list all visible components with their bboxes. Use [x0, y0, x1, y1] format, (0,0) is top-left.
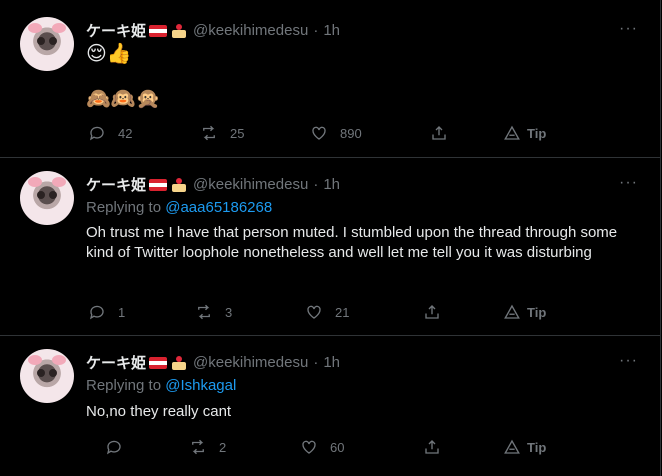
tip-icon: [504, 125, 520, 140]
cake-icon: [171, 177, 187, 192]
author-handle[interactable]: @keekihimedesu: [193, 176, 308, 193]
like-button[interactable]: 60: [300, 438, 344, 456]
reply-icon: [106, 440, 121, 455]
timestamp[interactable]: 1h: [323, 176, 340, 193]
reply-count: 1: [118, 304, 126, 320]
timestamp[interactable]: 1h: [323, 22, 340, 39]
more-options-icon[interactable]: ···: [619, 20, 638, 38]
replying-to: Replying to @Ishkagal: [86, 377, 236, 394]
author-handle[interactable]: @keekihimedesu: [193, 22, 308, 39]
replying-to: Replying to @aaa65186268: [86, 199, 272, 216]
retweet-button[interactable]: 25: [200, 124, 244, 142]
heart-icon: [307, 305, 321, 319]
tip-button[interactable]: Tip: [503, 303, 546, 321]
tweet-text: Oh trust me I have that person muted. I …: [86, 224, 618, 261]
flag-icon: [149, 24, 168, 37]
more-options-icon[interactable]: ···: [619, 352, 638, 370]
share-icon: [425, 440, 439, 454]
separator: ·: [313, 354, 319, 371]
tip-button[interactable]: Tip: [503, 124, 546, 142]
tweet-text-line: 🙈🙉🙊: [86, 88, 161, 110]
reply-icon: [89, 305, 104, 320]
retweet-icon: [192, 439, 204, 455]
mention-link[interactable]: @Ishkagal: [165, 377, 236, 394]
reply-button[interactable]: 1: [88, 303, 125, 321]
tweet-text: No,no they really cant: [86, 403, 232, 420]
author-name[interactable]: ケーキ姫: [86, 20, 146, 41]
heart-icon: [302, 440, 316, 454]
tweet-header: ケーキ姫 @keekihimedesu · 1h: [86, 352, 340, 373]
like-count: 890: [340, 125, 362, 141]
tweet-text-line: 😌👍: [86, 43, 132, 65]
reply-button[interactable]: [105, 438, 135, 456]
avatar[interactable]: [20, 17, 74, 71]
cake-icon: [171, 355, 187, 370]
retweet-count: 3: [225, 304, 233, 320]
separator: ·: [313, 176, 319, 193]
tip-label: Tip: [527, 304, 547, 320]
retweet-count: 25: [230, 125, 245, 141]
retweet-button[interactable]: 2: [189, 438, 226, 456]
replying-to-label: Replying to: [86, 199, 162, 216]
flag-icon: [149, 356, 168, 369]
share-icon: [432, 126, 446, 140]
timestamp[interactable]: 1h: [323, 354, 340, 371]
tip-button[interactable]: Tip: [503, 438, 546, 456]
reply-icon: [89, 126, 104, 141]
tip-label: Tip: [527, 439, 547, 455]
tip-label: Tip: [527, 125, 547, 141]
like-count: 21: [335, 304, 350, 320]
more-options-icon[interactable]: ···: [619, 174, 638, 192]
author-handle[interactable]: @keekihimedesu: [193, 354, 308, 371]
tweet-header: ケーキ姫 @keekihimedesu · 1h: [86, 174, 340, 195]
tip-icon: [504, 304, 520, 319]
like-button[interactable]: 21: [305, 303, 349, 321]
retweet-count: 2: [219, 439, 227, 455]
reply-count: 42: [118, 125, 133, 141]
replying-to-label: Replying to: [86, 377, 162, 394]
mention-link[interactable]: @aaa65186268: [165, 199, 272, 216]
tweet[interactable]: ケーキ姫 @keekihimedesu · 1h ··· Replying to…: [0, 158, 661, 336]
author-name[interactable]: ケーキ姫: [86, 352, 146, 373]
tweet[interactable]: ケーキ姫 @keekihimedesu · 1h ··· Replying to…: [0, 336, 661, 476]
heart-icon: [312, 126, 326, 140]
share-button[interactable]: [423, 303, 441, 321]
tip-icon: [504, 439, 520, 454]
retweet-button[interactable]: 3: [195, 303, 232, 321]
share-button[interactable]: [423, 438, 441, 456]
like-count: 60: [330, 439, 345, 455]
author-name[interactable]: ケーキ姫: [86, 174, 146, 195]
tweet-header: ケーキ姫 @keekihimedesu · 1h: [86, 20, 340, 41]
avatar[interactable]: [20, 349, 74, 403]
tweet[interactable]: ケーキ姫 @keekihimedesu · 1h ··· 😌👍 🙈🙉🙊 42 2…: [0, 0, 661, 158]
avatar[interactable]: [20, 171, 74, 225]
cake-icon: [171, 23, 187, 38]
separator: ·: [313, 22, 319, 39]
retweet-icon: [198, 304, 210, 320]
reply-button[interactable]: 42: [88, 124, 132, 142]
share-icon: [425, 305, 439, 319]
share-button[interactable]: [430, 124, 448, 142]
retweet-icon: [203, 125, 215, 141]
like-button[interactable]: 890: [310, 124, 362, 142]
flag-icon: [149, 178, 168, 191]
